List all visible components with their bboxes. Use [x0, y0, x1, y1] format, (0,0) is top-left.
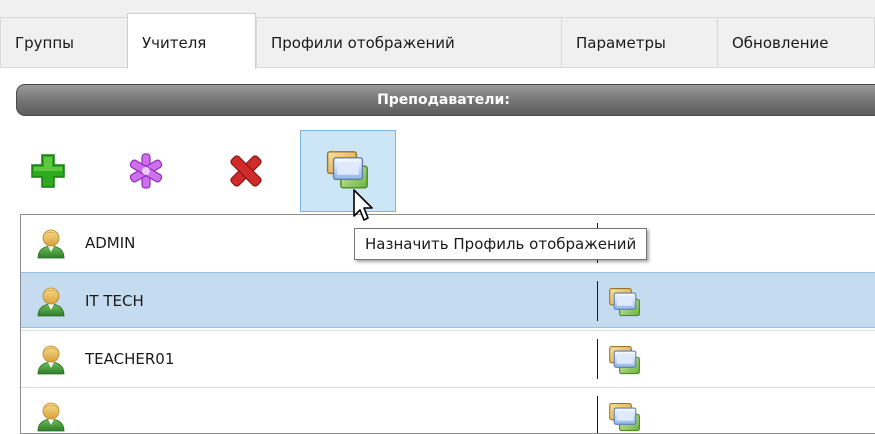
- user-icon: [35, 285, 67, 317]
- tab-update[interactable]: Обновление: [717, 17, 875, 67]
- user-icon: [35, 343, 67, 375]
- teacher-name: ADMIN: [85, 234, 136, 252]
- tab-parameters[interactable]: Параметры: [561, 17, 718, 67]
- assign-profile-button[interactable]: [300, 130, 396, 212]
- assign-profile-icon[interactable]: [607, 343, 643, 379]
- tooltip: Назначить Профиль отображений: [354, 228, 648, 260]
- tab-display-profiles[interactable]: Профили отображений: [256, 17, 562, 67]
- edit-teacher-button[interactable]: [98, 130, 194, 212]
- tab-strip: Группы Учителя Профили отображений Парам…: [0, 0, 875, 69]
- mouse-cursor-icon: [353, 189, 373, 221]
- column-separator: [597, 396, 598, 433]
- section-title: Преподаватели:: [377, 92, 510, 108]
- list-item[interactable]: IT TECH: [21, 272, 875, 328]
- assign-profile-icon[interactable]: [607, 285, 643, 321]
- tab-groups[interactable]: Группы: [0, 17, 128, 67]
- teacher-name: IT TECH: [85, 292, 144, 310]
- column-separator: [597, 281, 598, 321]
- asterisk-icon: [129, 153, 163, 189]
- add-teacher-button[interactable]: [0, 130, 96, 212]
- tab-teachers[interactable]: Учителя: [127, 13, 256, 69]
- column-separator: [597, 339, 598, 379]
- user-icon: [35, 400, 67, 432]
- delete-teacher-button[interactable]: [198, 130, 294, 212]
- x-icon: [230, 155, 262, 187]
- user-icon: [35, 227, 67, 259]
- plus-icon: [31, 154, 65, 188]
- list-item[interactable]: TEACHER01: [21, 330, 875, 386]
- tooltip-text: Назначить Профиль отображений: [365, 235, 637, 253]
- assign-profile-icon[interactable]: [607, 400, 643, 434]
- section-header: Преподаватели:: [16, 84, 875, 116]
- list-item[interactable]: [21, 387, 875, 434]
- teacher-name: TEACHER01: [85, 350, 175, 368]
